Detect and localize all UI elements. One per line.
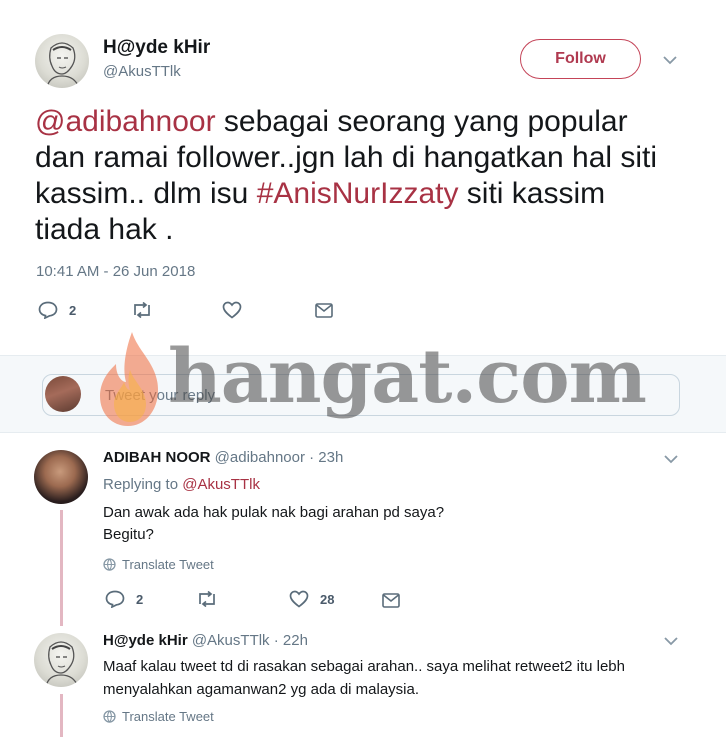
author-avatar[interactable] (35, 34, 89, 88)
reply-text-line: Dan awak ada hak pulak nak bagi arahan p… (103, 504, 445, 521)
reply-text-line: Maaf kalau tweet td di rasakan sebagai a… (103, 658, 625, 675)
reply-author-avatar[interactable] (34, 633, 88, 687)
reply-count: 2 (136, 592, 144, 607)
reply-count: 2 (69, 303, 77, 318)
replying-to: Replying to @AkusTTlk (103, 476, 260, 493)
translate-tweet-label: Translate Tweet (122, 709, 214, 724)
hashtag-link[interactable]: #AnisNurIzzaty (257, 177, 459, 210)
follow-button[interactable]: Follow (520, 39, 641, 79)
sketch-portrait-icon (46, 42, 80, 88)
watermark-flame-icon (92, 330, 170, 430)
thread-line (60, 510, 63, 626)
like-heart-icon[interactable] (221, 300, 243, 320)
direct-message-icon[interactable] (381, 591, 401, 609)
translate-tweet-link[interactable]: Translate Tweet (103, 557, 214, 572)
mention-link[interactable]: @adibahnoor (35, 105, 216, 138)
reply-handle[interactable]: @AkusTTlk (192, 632, 270, 649)
tweet-timestamp[interactable]: 10:41 AM - 26 Jun 2018 (36, 263, 195, 280)
reply-display-name[interactable]: H@yde kHir (103, 632, 188, 649)
replying-to-label: Replying to (103, 476, 179, 493)
thread-line (60, 694, 63, 737)
chevron-down-icon[interactable] (660, 50, 680, 70)
reply-time[interactable]: · 22h (274, 632, 308, 649)
reply-time[interactable]: · 23h (309, 449, 343, 466)
reply-header: ADIBAH NOOR @adibahnoor · 23h (103, 449, 343, 466)
author-display-name[interactable]: H@yde kHir (103, 37, 210, 59)
reply-header: H@yde kHir @AkusTTlk · 22h (103, 632, 308, 649)
author-handle[interactable]: @AkusTTlk (103, 63, 181, 80)
reply-text: Dan awak ada hak pulak nak bagi arahan p… (103, 502, 444, 546)
direct-message-icon[interactable] (314, 301, 334, 319)
retweet-icon[interactable] (195, 589, 219, 609)
chevron-down-icon[interactable] (662, 450, 680, 468)
reply-text: Maaf kalau tweet td di rasakan sebagai a… (103, 655, 703, 701)
sketch-portrait-icon (45, 641, 79, 687)
replying-to-link[interactable]: @AkusTTlk (182, 476, 260, 493)
like-heart-icon[interactable] (288, 589, 310, 609)
translate-tweet-label: Translate Tweet (122, 557, 214, 572)
reply-author-avatar[interactable] (34, 450, 88, 504)
reply-display-name[interactable]: ADIBAH NOOR (103, 449, 211, 466)
reply-icon[interactable] (104, 589, 126, 609)
globe-icon (103, 558, 116, 571)
reply-text-line: menyalahkan agamanwan2 yg ada di malaysi… (103, 681, 420, 698)
reply-handle[interactable]: @adibahnoor (215, 449, 305, 466)
like-count: 28 (320, 592, 335, 607)
retweet-icon[interactable] (130, 300, 154, 320)
watermark-text: hangat.com (168, 334, 647, 420)
reply-text-line: Begitu? (103, 526, 154, 543)
reply-icon[interactable] (37, 300, 59, 320)
globe-icon (103, 710, 116, 723)
chevron-down-icon[interactable] (662, 632, 680, 650)
translate-tweet-link[interactable]: Translate Tweet (103, 709, 214, 724)
tweet-text: @adibahnoor sebagai seorang yang popular… (35, 104, 675, 248)
